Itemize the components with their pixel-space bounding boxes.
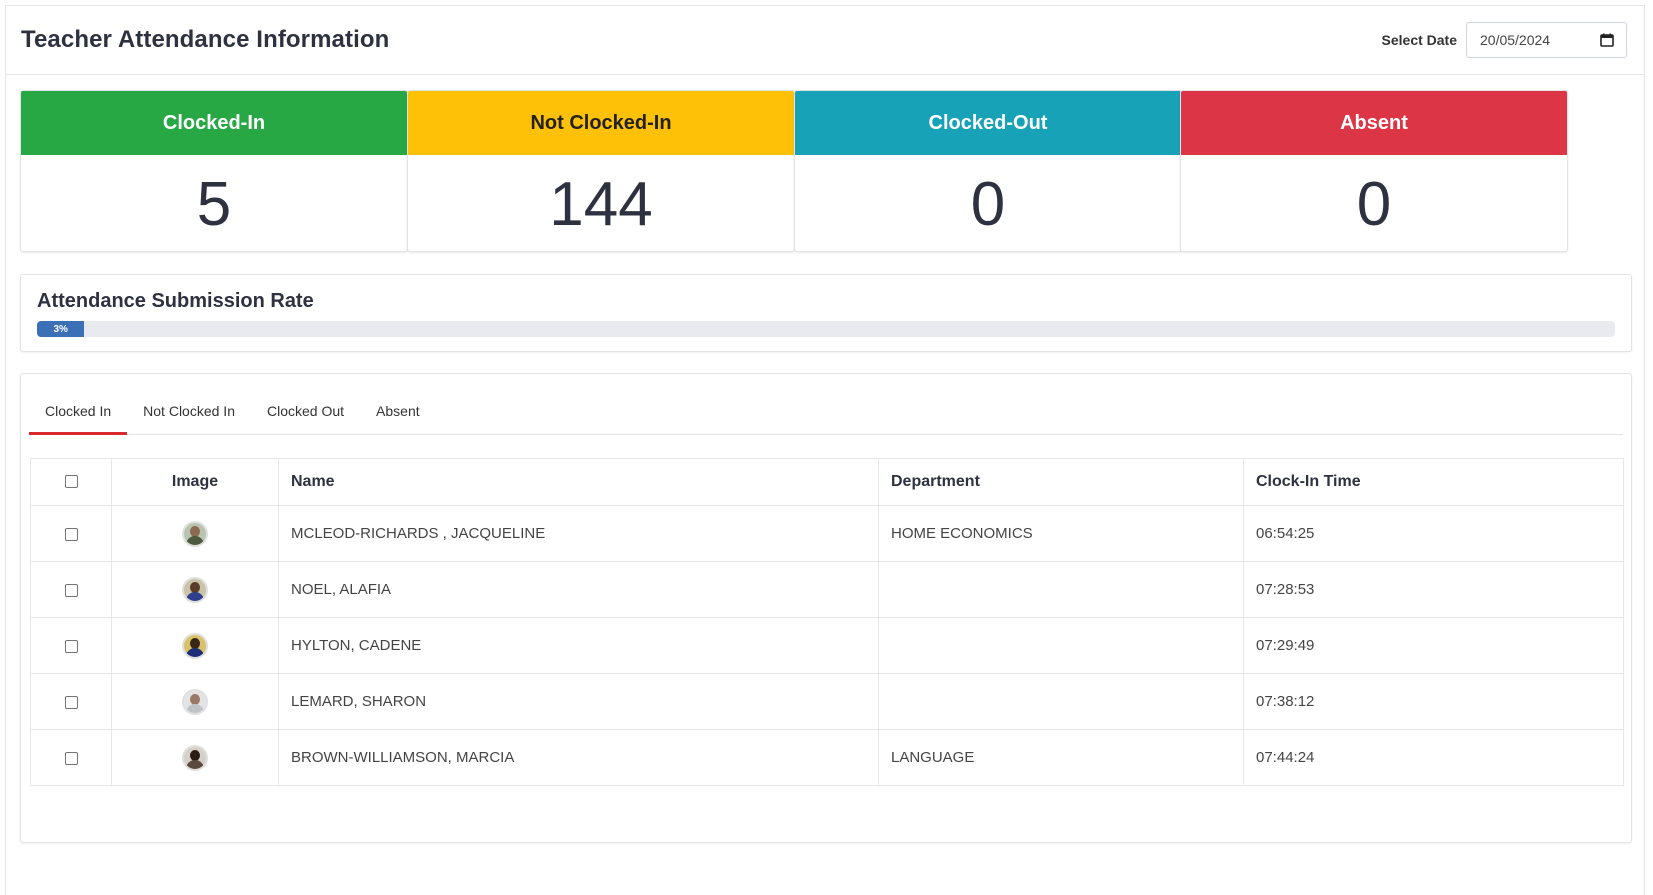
row-checkbox[interactable]: [64, 639, 78, 653]
date-label: Select Date: [1381, 32, 1457, 48]
clock-in-time-cell: 07:38:12: [1243, 673, 1624, 730]
image-cell: [111, 505, 279, 562]
avatar: [182, 576, 208, 603]
stat-card-value: 5: [196, 169, 232, 239]
avatar: [182, 632, 208, 659]
row-checkbox[interactable]: [64, 695, 78, 709]
name-cell: NOEL, ALAFIA: [278, 561, 879, 618]
row-checkbox[interactable]: [64, 583, 78, 597]
date-picker: Select Date 20/05/2024: [1382, 22, 1627, 58]
table-header-row: Image Name Department Clock-In Time: [30, 458, 1624, 506]
row-select-cell: [30, 617, 112, 674]
table-row: LEMARD, SHARON 07:38:12: [30, 673, 1624, 730]
stat-card-header: Absent: [1181, 91, 1567, 155]
stat-cards: Clocked-In 5 Not Clocked-In 144 Clocked-…: [20, 90, 1632, 252]
date-input[interactable]: 20/05/2024: [1466, 22, 1627, 58]
image-cell: [111, 673, 279, 730]
stat-card-absent: Absent 0: [1180, 90, 1568, 252]
table-row: NOEL, ALAFIA 07:28:53: [30, 561, 1624, 618]
submission-rate-card: Attendance Submission Rate 3%: [20, 274, 1632, 352]
image-cell: [111, 729, 279, 786]
department-cell: LANGUAGE: [878, 729, 1244, 786]
table-row: HYLTON, CADENE 07:29:49: [30, 617, 1624, 674]
date-value: 20/05/2024: [1480, 32, 1551, 48]
progress-fill: 3%: [37, 321, 85, 337]
avatar: [182, 744, 208, 771]
column-header-clock-in-time[interactable]: Clock-In Time: [1243, 458, 1624, 506]
row-select-cell: [30, 673, 112, 730]
department-cell: HOME ECONOMICS: [878, 505, 1244, 562]
department-cell: [878, 617, 1244, 674]
stat-card-value: 144: [549, 169, 653, 239]
stat-card-header: Clocked-In: [21, 91, 407, 155]
stat-card-value: 0: [1356, 169, 1392, 239]
name-cell: HYLTON, CADENE: [278, 617, 879, 674]
column-header-department[interactable]: Department: [878, 458, 1244, 506]
submission-rate-title: Attendance Submission Rate: [37, 290, 314, 312]
stat-card-not-clocked-in: Not Clocked-In 144: [407, 90, 795, 252]
department-cell: [878, 673, 1244, 730]
tab-not-clocked-in[interactable]: Not Clocked In: [127, 386, 251, 435]
page-title: Teacher Attendance Information: [21, 26, 390, 53]
name-cell: BROWN-WILLIAMSON, MARCIA: [278, 729, 879, 786]
avatar: [182, 688, 208, 715]
row-select-cell: [30, 505, 112, 562]
submission-progress-bar: 3%: [37, 321, 1615, 337]
department-cell: [878, 561, 1244, 618]
clock-in-time-cell: 06:54:25: [1243, 505, 1624, 562]
row-checkbox[interactable]: [64, 751, 78, 765]
stat-card-value: 0: [970, 169, 1006, 239]
column-header-image: Image: [111, 458, 279, 506]
clock-in-time-cell: 07:28:53: [1243, 561, 1624, 618]
tab-absent[interactable]: Absent: [360, 386, 436, 435]
stat-card-clocked-in: Clocked-In 5: [20, 90, 408, 252]
avatar: [182, 520, 208, 547]
attendance-tabs: Clocked In Not Clocked In Clocked Out Ab…: [29, 386, 1623, 435]
name-cell: MCLEOD-RICHARDS , JACQUELINE: [278, 505, 879, 562]
clock-in-time-cell: 07:44:24: [1243, 729, 1624, 786]
column-header-name[interactable]: Name: [278, 458, 879, 506]
stat-card-header: Not Clocked-In: [408, 91, 794, 155]
image-cell: [111, 561, 279, 618]
row-checkbox[interactable]: [64, 527, 78, 541]
attendance-page: Teacher Attendance Information Select Da…: [5, 5, 1645, 895]
table-row: BROWN-WILLIAMSON, MARCIA LANGUAGE 07:44:…: [30, 729, 1624, 786]
image-cell: [111, 617, 279, 674]
clock-in-time-cell: 07:29:49: [1243, 617, 1624, 674]
attendance-list-card: Clocked In Not Clocked In Clocked Out Ab…: [20, 373, 1632, 843]
row-select-cell: [30, 561, 112, 618]
calendar-icon[interactable]: [1600, 33, 1614, 47]
stat-card-header: Clocked-Out: [795, 91, 1181, 155]
tab-clocked-in[interactable]: Clocked In: [29, 386, 128, 435]
attendance-table: Image Name Department Clock-In Time MCLE…: [30, 458, 1624, 786]
select-all-checkbox[interactable]: [64, 475, 78, 489]
page-header: Teacher Attendance Information Select Da…: [6, 6, 1644, 75]
name-cell: LEMARD, SHARON: [278, 673, 879, 730]
row-select-cell: [30, 729, 112, 786]
tab-clocked-out[interactable]: Clocked Out: [251, 386, 360, 435]
table-row: MCLEOD-RICHARDS , JACQUELINE HOME ECONOM…: [30, 505, 1624, 562]
stat-card-clocked-out: Clocked-Out 0: [794, 90, 1182, 252]
select-all-header: [30, 458, 112, 506]
